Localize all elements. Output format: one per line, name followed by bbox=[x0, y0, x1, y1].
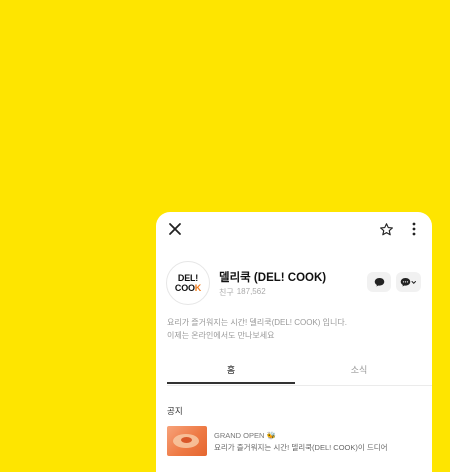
notice-title-text: GRAND OPEN bbox=[214, 431, 265, 440]
logo-text-bottom: COOK bbox=[174, 283, 202, 293]
notice-preview-text[interactable]: 요리가 즐거워지는 시간! 델리쿡(DEL! COOK)이 드디어 bbox=[214, 442, 388, 453]
close-button[interactable] bbox=[164, 218, 186, 240]
tab-home[interactable]: 홈 bbox=[167, 360, 295, 384]
chat-bubble-icon bbox=[374, 278, 384, 287]
channel-name: 델리쿡 (DEL! COOK) bbox=[219, 272, 327, 284]
channel-intro: 요리가 즐거워지는 시간! 델리쿡(DEL! COOK) 입니다. 이제는 온라… bbox=[167, 316, 347, 342]
favorite-button[interactable] bbox=[375, 218, 397, 240]
intro-line-1: 요리가 즐거워지는 시간! 델리쿡(DEL! COOK) 입니다. bbox=[167, 318, 347, 327]
more-vertical-icon bbox=[412, 222, 416, 236]
top-bar bbox=[156, 212, 432, 248]
more-options-button[interactable] bbox=[403, 218, 425, 240]
intro-line-2: 이제는 온라인에서도 만나보세요 bbox=[167, 331, 275, 340]
channel-logo[interactable]: DEL! COOK bbox=[166, 261, 210, 305]
thumbnail-food-shape bbox=[181, 437, 192, 443]
friends-number: 187,562 bbox=[236, 287, 266, 296]
star-icon bbox=[379, 222, 393, 235]
notice-title[interactable]: GRAND OPEN 🐝 bbox=[214, 431, 276, 440]
chat-button[interactable] bbox=[367, 272, 391, 292]
logo-text-top: DEL! bbox=[177, 273, 199, 283]
add-channel-button[interactable] bbox=[396, 272, 421, 292]
friends-label: 친구 bbox=[219, 288, 234, 297]
tab-news[interactable]: 소식 bbox=[295, 360, 423, 384]
friends-count: 친구 187,562 bbox=[219, 287, 266, 298]
tab-bar: 홈 소식 bbox=[167, 360, 432, 386]
notice-thumbnail[interactable] bbox=[167, 426, 207, 456]
close-icon bbox=[169, 223, 181, 235]
chat-add-icon bbox=[400, 277, 416, 286]
active-tab-indicator bbox=[167, 382, 295, 384]
notice-section-title: 공지 bbox=[167, 406, 183, 416]
bee-emoji-icon: 🐝 bbox=[266, 431, 276, 440]
channel-profile-card: DEL! COOK 델리쿡 (DEL! COOK) 친구 187,562 요리가… bbox=[156, 212, 432, 472]
